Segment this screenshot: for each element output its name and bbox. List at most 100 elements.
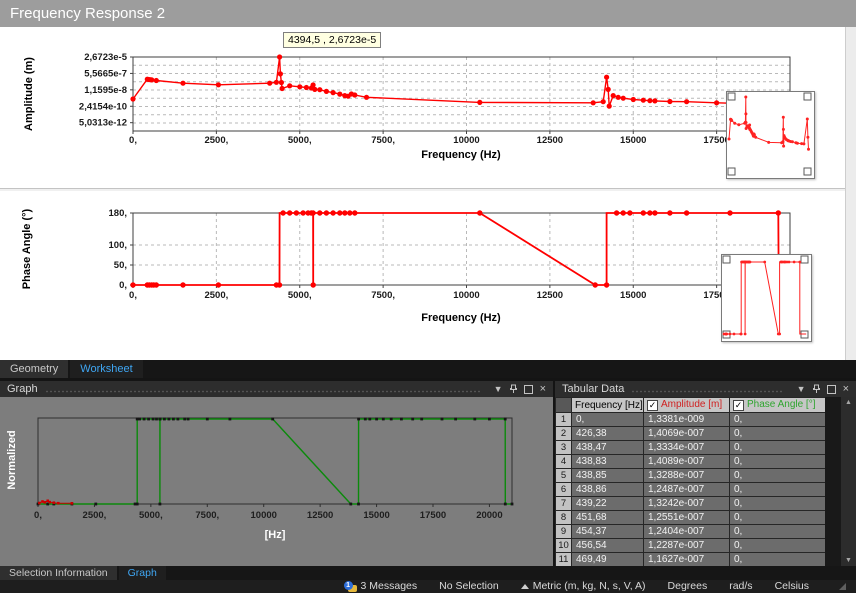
amplitude-cell[interactable]: 1,3242e-007	[644, 497, 730, 511]
leader-dots	[631, 390, 782, 393]
messages-status[interactable]: 1 3 Messages	[344, 580, 418, 593]
amplitude-checkbox[interactable]: ✓	[647, 400, 658, 411]
column-frequency[interactable]: Frequency [Hz]	[572, 398, 644, 413]
row-number-header	[556, 398, 572, 413]
column-amplitude[interactable]: ✓Amplitude [m]	[644, 398, 730, 413]
svg-text:15000: 15000	[620, 290, 646, 301]
amplitude-cell[interactable]: 1,1627e-007	[644, 553, 730, 567]
unit-system-icon	[521, 584, 529, 589]
table-right-gap	[825, 397, 841, 566]
svg-text:10000: 10000	[251, 510, 277, 521]
table-row[interactable]: 6438,861,2487e-0070,	[556, 483, 826, 497]
svg-text:12500: 12500	[307, 510, 333, 521]
svg-text:Frequency (Hz): Frequency (Hz)	[421, 312, 501, 324]
table-row[interactable]: 3438,471,3334e-0070,	[556, 441, 826, 455]
phase-cell[interactable]: 0,	[730, 455, 826, 469]
angle-unit-status: Degrees	[668, 580, 708, 593]
phase-cell[interactable]: 0,	[730, 469, 826, 483]
svg-text:7500,: 7500,	[371, 290, 395, 301]
scroll-down-icon[interactable]: ▼	[845, 557, 852, 564]
graph-panel: 0,2500,5000,7500,10000125001500017500200…	[0, 397, 553, 566]
table-row[interactable]: 7439,221,3242e-0070,	[556, 497, 826, 511]
phase-cell[interactable]: 0,	[730, 539, 826, 553]
amplitude-cell[interactable]: 1,2551e-007	[644, 511, 730, 525]
table-row[interactable]: 9454,371,2404e-0070,	[556, 525, 826, 539]
selection-status: No Selection	[439, 580, 499, 593]
amplitude-cell[interactable]: 1,2487e-007	[644, 483, 730, 497]
tab-graph[interactable]: Graph	[119, 566, 166, 580]
frequency-cell[interactable]: 438,86	[572, 483, 644, 497]
pin-icon[interactable]	[510, 384, 517, 394]
table-row[interactable]: 10,1,3381e-0090,	[556, 413, 826, 427]
frequency-cell[interactable]: 456,54	[572, 539, 644, 553]
frequency-cell[interactable]: 438,47	[572, 441, 644, 455]
svg-text:7500,: 7500,	[195, 510, 219, 521]
phase-cell[interactable]: 0,	[730, 427, 826, 441]
frequency-cell[interactable]: 469,49	[572, 553, 644, 567]
svg-text:12500: 12500	[537, 135, 563, 146]
maximize-icon[interactable]	[827, 385, 836, 394]
svg-text:2,4154e-10: 2,4154e-10	[79, 101, 127, 112]
table-scrollbar[interactable]: ▲ ▼	[841, 397, 856, 566]
frequency-cell[interactable]: 0,	[572, 413, 644, 427]
amplitude-zoom-preview[interactable]	[726, 91, 815, 179]
scroll-up-icon[interactable]: ▲	[845, 399, 852, 406]
phase-cell[interactable]: 0,	[730, 441, 826, 455]
amplitude-cell[interactable]: 1,3381e-009	[644, 413, 730, 427]
tabular-data-panel: Frequency [Hz] ✓Amplitude [m] ✓Phase Ang…	[555, 397, 856, 566]
phase-checkbox[interactable]: ✓	[733, 400, 744, 411]
table-row[interactable]: 11469,491,1627e-0070,	[556, 553, 826, 567]
pin-icon[interactable]	[813, 384, 820, 394]
tab-geometry[interactable]: Geometry	[0, 360, 68, 378]
tab-worksheet[interactable]: Worksheet	[70, 360, 142, 378]
chart-divider	[0, 188, 856, 191]
svg-text:[Hz]: [Hz]	[265, 529, 286, 541]
frequency-cell[interactable]: 438,83	[572, 455, 644, 469]
amplitude-cell[interactable]: 1,3288e-007	[644, 469, 730, 483]
phase-cell[interactable]: 0,	[730, 483, 826, 497]
table-row[interactable]: 2426,381,4069e-0070,	[556, 427, 826, 441]
amplitude-cell[interactable]: 1,4069e-007	[644, 427, 730, 441]
column-phase-angle[interactable]: ✓Phase Angle [°]	[730, 398, 826, 413]
normalized-chart[interactable]: 0,2500,5000,7500,10000125001500017500200…	[0, 397, 553, 566]
frequency-cell[interactable]: 426,38	[572, 427, 644, 441]
dropdown-icon[interactable]: ▼	[797, 381, 806, 397]
phase-cell[interactable]: 0,	[730, 553, 826, 567]
row-number: 11	[556, 553, 572, 567]
svg-text:0,: 0,	[34, 510, 42, 521]
table-row[interactable]: 5438,851,3288e-0070,	[556, 469, 826, 483]
phase-cell[interactable]: 0,	[730, 497, 826, 511]
amplitude-cell[interactable]: 1,4089e-007	[644, 455, 730, 469]
table-row[interactable]: 4438,831,4089e-0070,	[556, 455, 826, 469]
row-number: 9	[556, 525, 572, 539]
table-row[interactable]: 8451,681,2551e-0070,	[556, 511, 826, 525]
peak-value-tooltip: 4394,5 , 2,6723e-5	[283, 32, 381, 48]
panel-headers: Graph ▼ × Tabular Data ▼ ×	[0, 381, 856, 397]
right-scrollbar-strip[interactable]	[845, 27, 856, 360]
resize-grip[interactable]	[839, 583, 846, 590]
tab-selection-information[interactable]: Selection Information	[0, 566, 117, 580]
amplitude-cell[interactable]: 1,3334e-007	[644, 441, 730, 455]
table-row[interactable]: 10456,541,2287e-0070,	[556, 539, 826, 553]
maximize-icon[interactable]	[524, 385, 533, 394]
frequency-cell[interactable]: 454,37	[572, 525, 644, 539]
amplitude-cell[interactable]: 1,2404e-007	[644, 525, 730, 539]
phase-cell[interactable]: 0,	[730, 511, 826, 525]
close-icon[interactable]: ×	[843, 381, 849, 397]
unit-system-status[interactable]: Metric (m, kg, N, s, V, A)	[521, 580, 646, 593]
amplitude-header-label: Amplitude [m]	[661, 399, 722, 410]
svg-text:50,: 50,	[114, 260, 127, 271]
temperature-unit-status: Celsius	[775, 580, 809, 593]
frequency-cell[interactable]: 438,85	[572, 469, 644, 483]
svg-text:5000,: 5000,	[139, 510, 163, 521]
phase-cell[interactable]: 0,	[730, 413, 826, 427]
phase-zoom-preview[interactable]	[721, 254, 812, 342]
dropdown-icon[interactable]: ▼	[494, 381, 503, 397]
frequency-cell[interactable]: 439,22	[572, 497, 644, 511]
close-icon[interactable]: ×	[540, 381, 546, 397]
row-number: 10	[556, 539, 572, 553]
phase-cell[interactable]: 0,	[730, 525, 826, 539]
amplitude-zoom-preview-plot	[727, 92, 812, 176]
frequency-cell[interactable]: 451,68	[572, 511, 644, 525]
amplitude-cell[interactable]: 1,2287e-007	[644, 539, 730, 553]
